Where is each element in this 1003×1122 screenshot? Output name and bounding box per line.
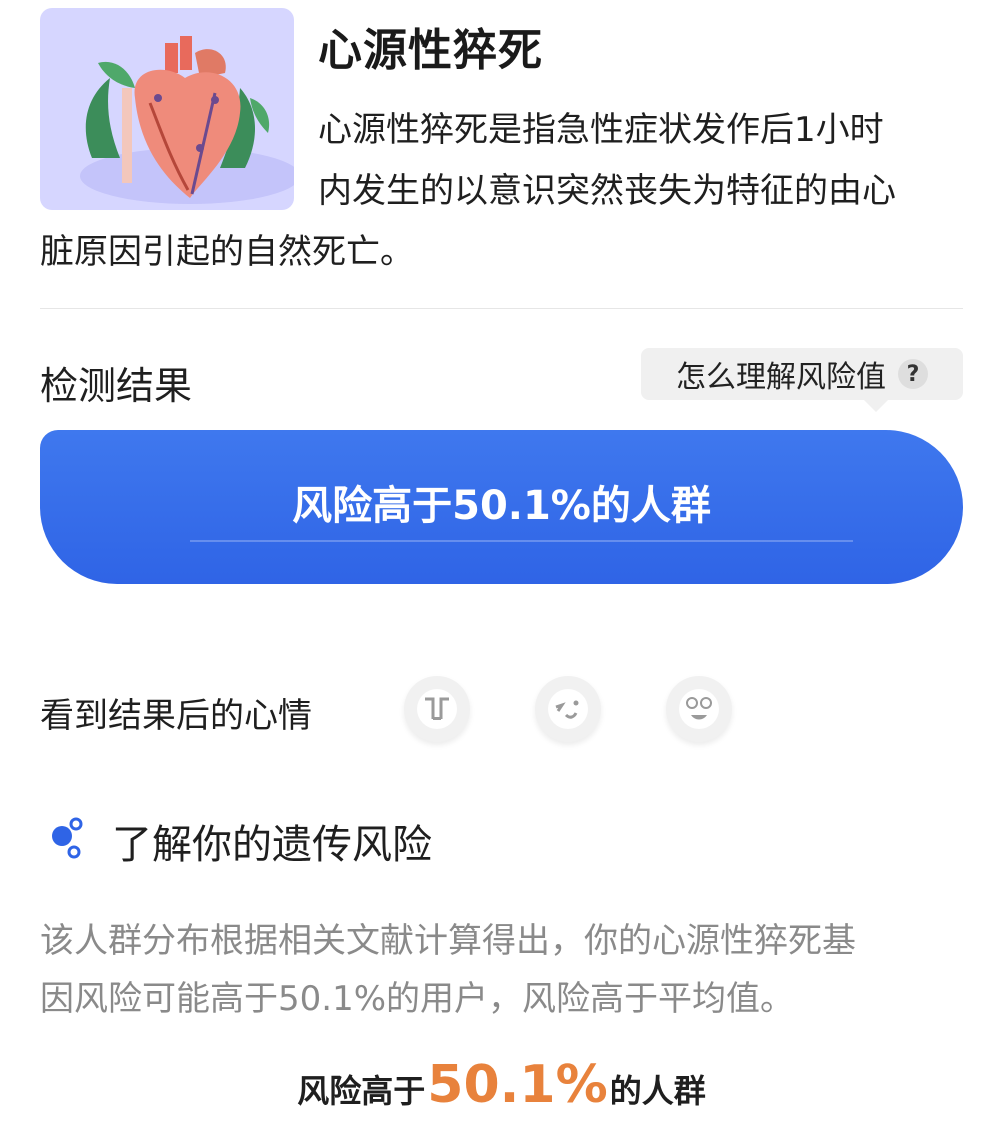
description-line: 脏原因引起的自然死亡。 [40,232,414,272]
banner-divider [190,540,853,542]
risk-help-label: 怎么理解风险值 [676,360,886,395]
gene-node-icon [50,816,84,866]
risk-help-button[interactable]: 怎么理解风险值 ? [641,348,963,400]
description-line: 心源性猝死是指急性症状发作后1小时 [318,110,884,150]
wink-face-icon[interactable] [535,676,601,742]
happy-face-icon[interactable] [666,676,732,742]
description-line: 内发生的以意识突然丧失为特征的由心 [318,171,896,211]
mood-label: 看到结果后的心情 [40,696,312,736]
summary-prefix: 风险高于 [297,1072,426,1110]
gene-section-title: 了解你的遗传风险 [112,822,432,868]
risk-result-text: 风险高于50.1%的人群 [292,483,711,529]
summary-percent: 50.1% [427,1055,608,1115]
page-title: 心源性猝死 [318,25,543,76]
divider [40,308,963,309]
risk-summary: 风险高于50.1%的人群 [0,1055,1003,1115]
result-section-title: 检测结果 [40,364,193,408]
question-icon: ? [898,359,928,389]
summary-suffix: 的人群 [609,1072,706,1110]
gene-description: 该人群分布根据相关文献计算得出，你的心源性猝死基 因风险可能高于50.1%的用户… [40,912,970,1028]
disease-description: 心源性猝死是指急性症状发作后1小时 内发生的以意识突然丧失为特征的由心 脏原因引… [40,100,960,283]
gene-description-line: 因风险可能高于50.1%的用户，风险高于平均值。 [40,979,795,1019]
gene-description-line: 该人群分布根据相关文献计算得出，你的心源性猝死基 [40,921,856,961]
crying-face-icon[interactable] [404,676,470,742]
risk-result-banner: 风险高于50.1%的人群 [40,430,963,584]
tooltip-arrow [864,400,888,412]
